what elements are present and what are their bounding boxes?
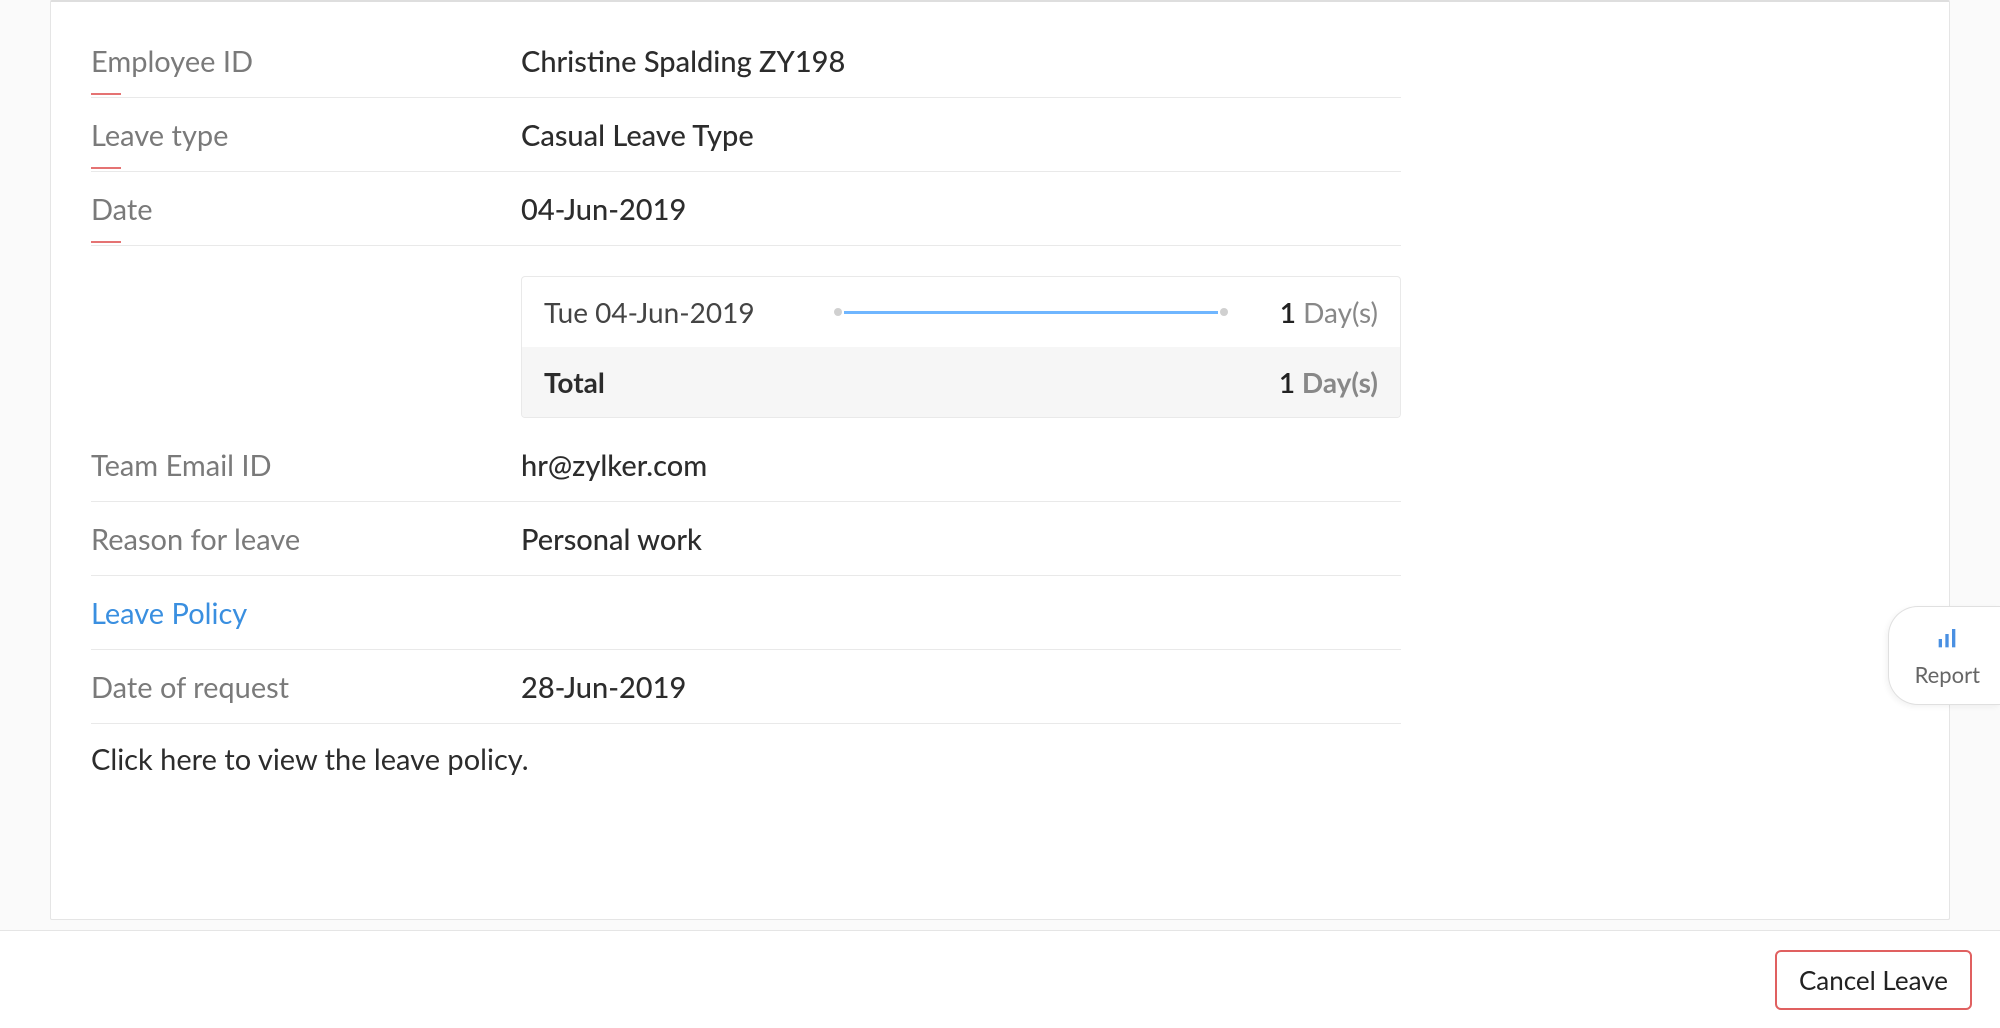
label-date: Date bbox=[91, 192, 521, 227]
leave-day-count: 1 Day(s) bbox=[1228, 295, 1378, 329]
label-date-request: Date of request bbox=[91, 670, 521, 705]
cancel-leave-button[interactable]: Cancel Leave bbox=[1775, 950, 1972, 1010]
leave-day-date: Tue 04-Jun-2019 bbox=[544, 295, 834, 329]
report-tab[interactable]: Report bbox=[1888, 606, 2000, 705]
slider-end-dot bbox=[1220, 308, 1228, 316]
row-leave-policy: Leave Policy bbox=[91, 576, 1401, 650]
footer-bar: Cancel Leave bbox=[0, 930, 2000, 1028]
leave-total-row: Total 1 Day(s) bbox=[522, 347, 1400, 417]
leave-policy-link[interactable]: Leave Policy bbox=[91, 596, 247, 631]
label-employee-id: Employee ID bbox=[91, 44, 521, 79]
leave-total-label: Total bbox=[544, 365, 834, 399]
value-date: 04-Jun-2019 bbox=[521, 192, 1401, 227]
row-leave-type: Leave type Casual Leave Type bbox=[91, 98, 1401, 172]
row-employee-id: Employee ID Christine Spalding ZY198 bbox=[91, 24, 1401, 98]
row-team-email: Team Email ID hr@zylker.com bbox=[91, 428, 1401, 502]
leave-detail-card: Employee ID Christine Spalding ZY198 Lea… bbox=[50, 0, 1950, 920]
row-date-request: Date of request 28-Jun-2019 bbox=[91, 650, 1401, 724]
slider-bar bbox=[844, 311, 1218, 314]
row-date: Date 04-Jun-2019 bbox=[91, 172, 1401, 246]
value-team-email: hr@zylker.com bbox=[521, 448, 1401, 483]
label-reason: Reason for leave bbox=[91, 522, 521, 557]
row-reason: Reason for leave Personal work bbox=[91, 502, 1401, 576]
value-reason: Personal work bbox=[521, 522, 1401, 557]
bar-chart-icon bbox=[1936, 623, 1958, 655]
leave-days-table: Tue 04-Jun-2019 1 Day(s) Total 1 Day(s) bbox=[521, 276, 1401, 418]
leave-day-row: Tue 04-Jun-2019 1 Day(s) bbox=[522, 277, 1400, 347]
leave-duration-slider[interactable] bbox=[834, 308, 1228, 316]
label-leave-type: Leave type bbox=[91, 118, 521, 153]
slider-start-dot bbox=[834, 308, 842, 316]
page: Employee ID Christine Spalding ZY198 Lea… bbox=[0, 0, 2000, 1028]
report-tab-label: Report bbox=[1915, 661, 1980, 688]
leave-policy-note[interactable]: Click here to view the leave policy. bbox=[91, 724, 1909, 795]
label-team-email: Team Email ID bbox=[91, 448, 521, 483]
value-leave-type: Casual Leave Type bbox=[521, 118, 1401, 153]
value-date-request: 28-Jun-2019 bbox=[521, 670, 1401, 705]
leave-total-count: 1 Day(s) bbox=[1228, 365, 1378, 399]
label-leave-policy: Leave Policy bbox=[91, 596, 521, 631]
value-employee-id: Christine Spalding ZY198 bbox=[521, 44, 1401, 79]
